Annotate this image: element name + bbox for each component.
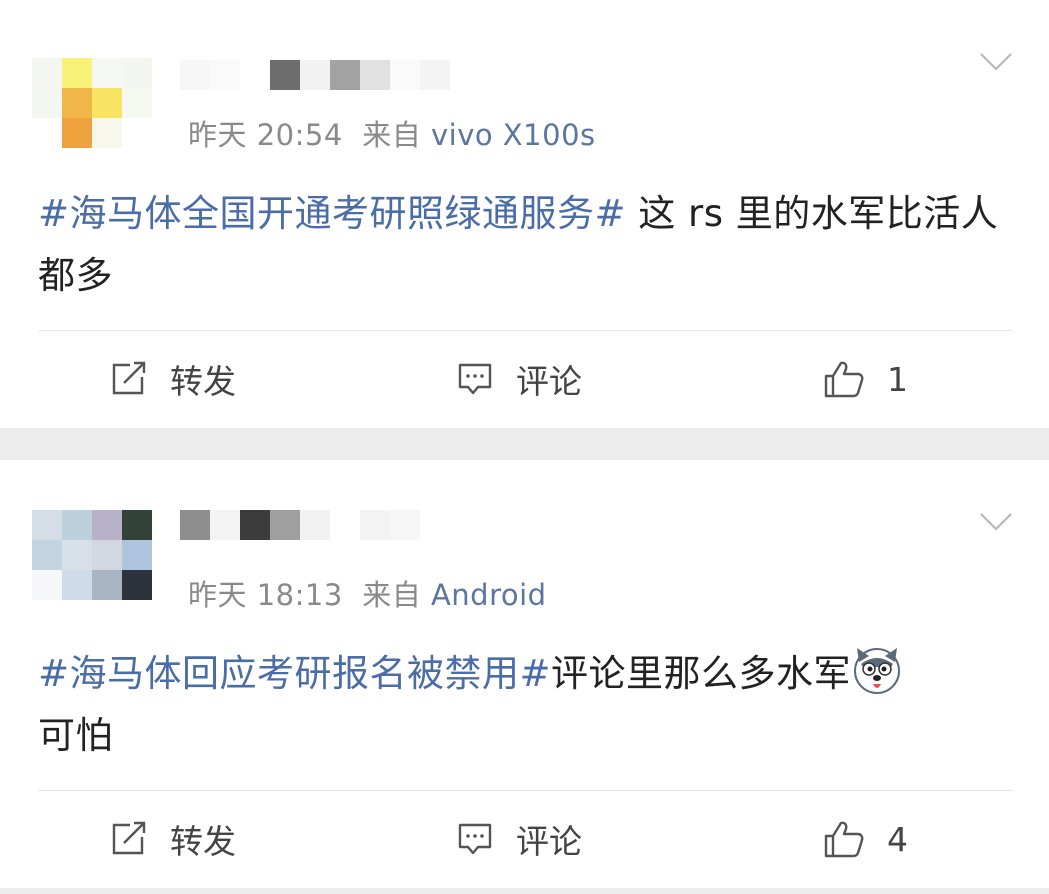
post-content: #海马体回应考研报名被禁用#评论里那么多水军 可怕	[38, 643, 1013, 767]
post-meta: 昨天 20:54 来自 vivo X100s	[188, 112, 596, 154]
divider	[38, 330, 1013, 331]
divider	[38, 790, 1013, 791]
husky-emoji-icon	[854, 648, 901, 694]
like-count: 4	[887, 819, 908, 859]
comment-button[interactable]: 评论	[456, 346, 582, 412]
post-source[interactable]: Android	[431, 578, 547, 612]
comment-label: 评论	[516, 362, 582, 401]
comment-button[interactable]: 评论	[456, 806, 582, 872]
avatar[interactable]	[32, 510, 152, 606]
post-text-tail: 可怕	[38, 714, 113, 757]
comment-icon	[458, 363, 492, 395]
post-time: 昨天 20:54	[188, 118, 343, 152]
like-count: 1	[887, 359, 908, 399]
repost-button[interactable]: 转发	[110, 806, 236, 872]
source-prefix: 来自	[362, 578, 422, 612]
repost-label: 转发	[170, 822, 236, 861]
topic-link[interactable]: #海马体全国开通考研照绿通服务#	[38, 192, 626, 235]
chevron-down-icon[interactable]	[978, 48, 1014, 76]
repost-button[interactable]: 转发	[110, 346, 236, 412]
weibo-feed: 昨天 20:54 来自 vivo X100s #海马体全国开通考研照绿通服务# …	[0, 0, 1049, 894]
like-icon	[824, 361, 864, 398]
source-prefix: 来自	[362, 118, 422, 152]
repost-icon	[112, 361, 146, 395]
comment-icon	[458, 823, 492, 855]
comment-label: 评论	[516, 822, 582, 861]
post-content: #海马体全国开通考研照绿通服务# 这 rs 里的水军比活人都多	[38, 183, 1013, 307]
topic-link[interactable]: #海马体回应考研报名被禁用#	[38, 652, 551, 695]
post-source[interactable]: vivo X100s	[431, 118, 596, 152]
like-button[interactable]: 1	[823, 346, 908, 412]
like-button[interactable]: 4	[823, 806, 908, 872]
repost-icon	[112, 821, 146, 855]
post-meta: 昨天 18:13 来自 Android	[188, 572, 547, 614]
post-time: 昨天 18:13	[188, 578, 343, 612]
action-bar: 转发 评论 4	[0, 806, 1049, 872]
repost-label: 转发	[170, 362, 236, 401]
username-pixelated[interactable]	[180, 510, 420, 540]
chevron-down-icon[interactable]	[978, 508, 1014, 536]
post-card[interactable]: 昨天 18:13 来自 Android #海马体回应考研报名被禁用#评论里那么多…	[0, 460, 1049, 888]
post-card[interactable]: 昨天 20:54 来自 vivo X100s #海马体全国开通考研照绿通服务# …	[0, 0, 1049, 428]
avatar[interactable]	[32, 58, 152, 154]
username-pixelated[interactable]	[180, 60, 450, 90]
post-text: 评论里那么多水军	[551, 652, 852, 695]
like-icon	[824, 821, 864, 858]
action-bar: 转发 评论 1	[0, 346, 1049, 412]
